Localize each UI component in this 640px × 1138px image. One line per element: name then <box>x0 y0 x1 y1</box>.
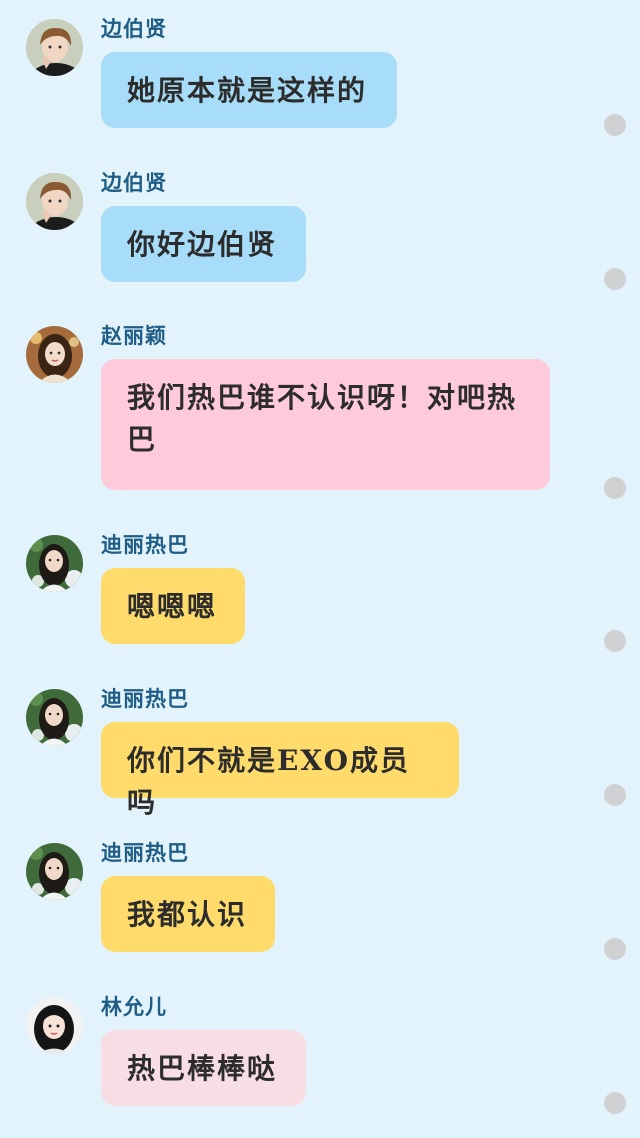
message-bubble[interactable]: 嗯嗯嗯 <box>101 568 245 644</box>
message-bubble[interactable]: 你们不就是EXO成员吗 <box>101 722 459 819</box>
avatar[interactable] <box>26 689 83 746</box>
status-dot-icon <box>604 477 626 499</box>
message-bubble[interactable]: 我们热巴谁不认识呀！对吧热巴 <box>101 359 550 490</box>
avatar[interactable] <box>26 535 83 592</box>
avatar-woman-flower-icon <box>26 689 83 746</box>
status-dot-icon <box>604 1092 626 1114</box>
message-bubble[interactable]: 你好边伯贤 <box>101 206 306 282</box>
avatar[interactable] <box>26 326 83 383</box>
sender-name: 赵丽颖 <box>101 323 167 348</box>
status-dot-icon <box>604 938 626 960</box>
avatar[interactable] <box>26 997 83 1054</box>
avatar-woman-flower-icon <box>26 843 83 900</box>
message-bubble[interactable]: 她原本就是这样的 <box>101 52 397 128</box>
sender-name: 迪丽热巴 <box>101 840 189 865</box>
chat-list: 边伯贤 她原本就是这样的 边伯贤 你好边伯贤 赵丽颖 我们热巴谁不认识呀！对吧热… <box>0 0 640 1138</box>
status-dot-icon <box>604 630 626 652</box>
status-dot-icon <box>604 784 626 806</box>
sender-name: 林允儿 <box>101 994 167 1019</box>
sender-name: 边伯贤 <box>101 170 167 195</box>
sender-name: 迪丽热巴 <box>101 532 189 557</box>
avatar[interactable] <box>26 843 83 900</box>
avatar[interactable] <box>26 173 83 230</box>
avatar-boy-icon <box>26 173 83 230</box>
avatar-girl-icon <box>26 997 83 1054</box>
message-bubble[interactable]: 热巴棒棒哒 <box>101 1030 306 1106</box>
sender-name: 边伯贤 <box>101 16 167 41</box>
avatar-woman-icon <box>26 326 83 383</box>
avatar[interactable] <box>26 19 83 76</box>
avatar-woman-flower-icon <box>26 535 83 592</box>
status-dot-icon <box>604 268 626 290</box>
avatar-boy-icon <box>26 19 83 76</box>
sender-name: 迪丽热巴 <box>101 686 189 711</box>
status-dot-icon <box>604 114 626 136</box>
message-bubble[interactable]: 我都认识 <box>101 876 275 952</box>
